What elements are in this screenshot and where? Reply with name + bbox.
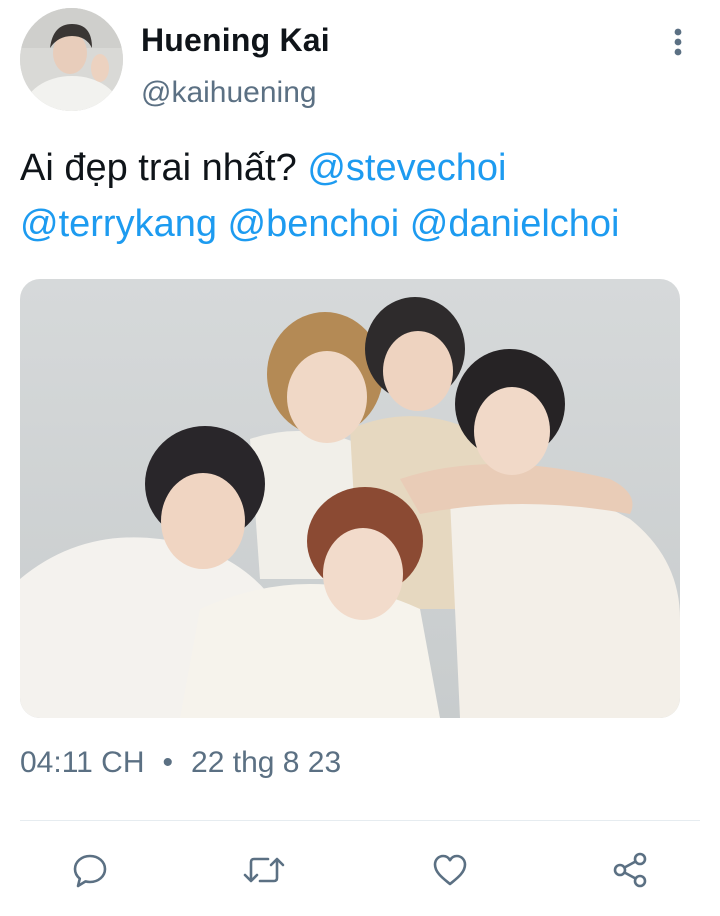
tweet-text-body: Ai đẹp trai nhất? xyxy=(20,147,308,189)
tweet-meta: 04:11 CH • 22 thg 8 23 xyxy=(20,746,341,780)
mention-link[interactable]: @stevechoi xyxy=(307,147,506,189)
share-icon xyxy=(613,852,647,888)
divider xyxy=(20,820,700,821)
meta-separator: • xyxy=(162,746,174,779)
mention-link[interactable]: @terrykang xyxy=(20,203,217,245)
tweet-time[interactable]: 04:11 CH xyxy=(20,746,145,779)
tweet-date[interactable]: 22 thg 8 23 xyxy=(191,746,341,779)
avatar-image xyxy=(20,8,123,111)
mention-link[interactable]: @danielchoi xyxy=(410,203,620,245)
more-options-button[interactable] xyxy=(664,24,692,60)
action-bar xyxy=(0,838,720,902)
tweet-text: Ai đẹp trai nhất? @stevechoi @terrykang @… xyxy=(20,140,710,252)
share-button[interactable] xyxy=(606,846,654,894)
tweet-header: Huening Kai @kaihuening xyxy=(0,0,720,120)
more-vertical-icon xyxy=(674,28,682,56)
display-name[interactable]: Huening Kai xyxy=(141,22,330,59)
mention-link[interactable]: @benchoi xyxy=(228,203,400,245)
avatar[interactable] xyxy=(20,8,123,111)
retweet-icon xyxy=(243,857,285,883)
retweet-button[interactable] xyxy=(240,846,288,894)
user-handle: @kaihuening xyxy=(141,76,317,109)
tweet-photo[interactable] xyxy=(20,279,680,718)
like-button[interactable] xyxy=(426,846,474,894)
reply-button[interactable] xyxy=(66,846,114,894)
heart-icon xyxy=(433,854,467,886)
reply-icon xyxy=(73,854,107,888)
group-photo xyxy=(20,279,680,718)
